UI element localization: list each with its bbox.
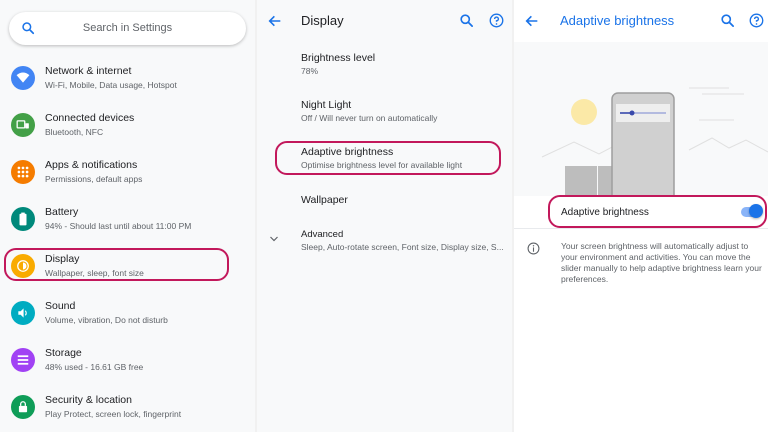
apps-icon <box>11 160 35 184</box>
wifi-icon <box>11 66 35 90</box>
settings-item-apps[interactable]: Apps & notifications Permissions, defaul… <box>0 152 255 196</box>
help-icon[interactable] <box>749 13 764 28</box>
settings-search-bar[interactable]: Search in Settings <box>9 12 246 45</box>
settings-item-battery[interactable]: Battery 94% - Should last until about 11… <box>0 199 255 243</box>
search-icon[interactable] <box>720 13 735 28</box>
display-item-title: Advanced <box>301 229 344 240</box>
display-app-bar: Display <box>257 0 512 42</box>
settings-item-title: Connected devices <box>45 112 135 124</box>
settings-item-subtitle: 94% - Should last until about 11:00 PM <box>45 221 192 231</box>
settings-item-subtitle: Volume, vibration, Do not disturb <box>45 315 168 325</box>
settings-item-subtitle: Wi-Fi, Mobile, Data usage, Hotspot <box>45 80 177 90</box>
phone-illustration <box>541 87 768 196</box>
settings-item-title: Battery <box>45 206 79 218</box>
display-item-subtitle: Off / Will never turn on automatically <box>301 113 438 123</box>
settings-item-subtitle: Bluetooth, NFC <box>45 127 104 137</box>
back-arrow-icon[interactable] <box>524 13 540 29</box>
adaptive-brightness-panel: Adaptive brightness Adaptive brightness … <box>514 0 768 432</box>
display-panel: Display Brightness level 78% Night Light… <box>257 0 512 432</box>
adaptive-highlight-outline <box>275 141 501 175</box>
settings-item-title: Security & location <box>45 394 132 406</box>
settings-item-subtitle: Play Protect, screen lock, fingerprint <box>45 409 182 419</box>
screenshot-collage: Search in Settings Network & internet Wi… <box>0 0 768 432</box>
lock-icon <box>11 395 35 419</box>
storage-icon <box>11 348 35 372</box>
adaptive-app-bar: Adaptive brightness <box>514 0 768 42</box>
display-item-subtitle: 78% <box>301 66 319 76</box>
search-icon[interactable] <box>459 13 474 28</box>
info-icon <box>527 242 540 255</box>
settings-item-title: Apps & notifications <box>45 159 138 171</box>
brightness-illustration <box>514 42 768 196</box>
info-text: Your screen brightness will automaticall… <box>561 241 762 284</box>
settings-item-title: Network & internet <box>45 65 132 77</box>
search-placeholder: Search in Settings <box>82 22 173 34</box>
divider <box>514 228 768 229</box>
display-highlight-outline <box>4 248 229 281</box>
display-item-title: Brightness level <box>301 52 376 64</box>
settings-item-title: Sound <box>45 300 76 312</box>
settings-item-network[interactable]: Network & internet Wi-Fi, Mobile, Data u… <box>0 58 255 102</box>
settings-item-subtitle: Permissions, default apps <box>45 174 143 184</box>
help-icon[interactable] <box>489 13 504 28</box>
settings-item-subtitle: 48% used - 16.61 GB free <box>45 362 144 372</box>
page-title: Display <box>301 13 344 28</box>
toggle-highlight-outline <box>548 195 767 228</box>
display-item-subtitle: Sleep, Auto-rotate screen, Font size, Di… <box>301 242 504 252</box>
settings-item-security[interactable]: Security & location Play Protect, screen… <box>0 387 255 431</box>
settings-item-storage[interactable]: Storage 48% used - 16.61 GB free <box>0 340 255 384</box>
battery-icon <box>11 207 35 231</box>
settings-item-connected-devices[interactable]: Connected devices Bluetooth, NFC <box>0 105 255 149</box>
settings-item-sound[interactable]: Sound Volume, vibration, Do not disturb <box>0 293 255 337</box>
page-title: Adaptive brightness <box>560 13 675 28</box>
display-item-title: Night Light <box>301 99 352 111</box>
chevron-down-icon <box>270 236 278 242</box>
volume-icon <box>11 301 35 325</box>
settings-panel: Search in Settings Network & internet Wi… <box>0 0 255 432</box>
back-arrow-icon[interactable] <box>267 13 283 29</box>
devices-icon <box>11 113 35 137</box>
settings-item-title: Storage <box>45 347 82 359</box>
display-item-title: Wallpaper <box>301 194 348 206</box>
